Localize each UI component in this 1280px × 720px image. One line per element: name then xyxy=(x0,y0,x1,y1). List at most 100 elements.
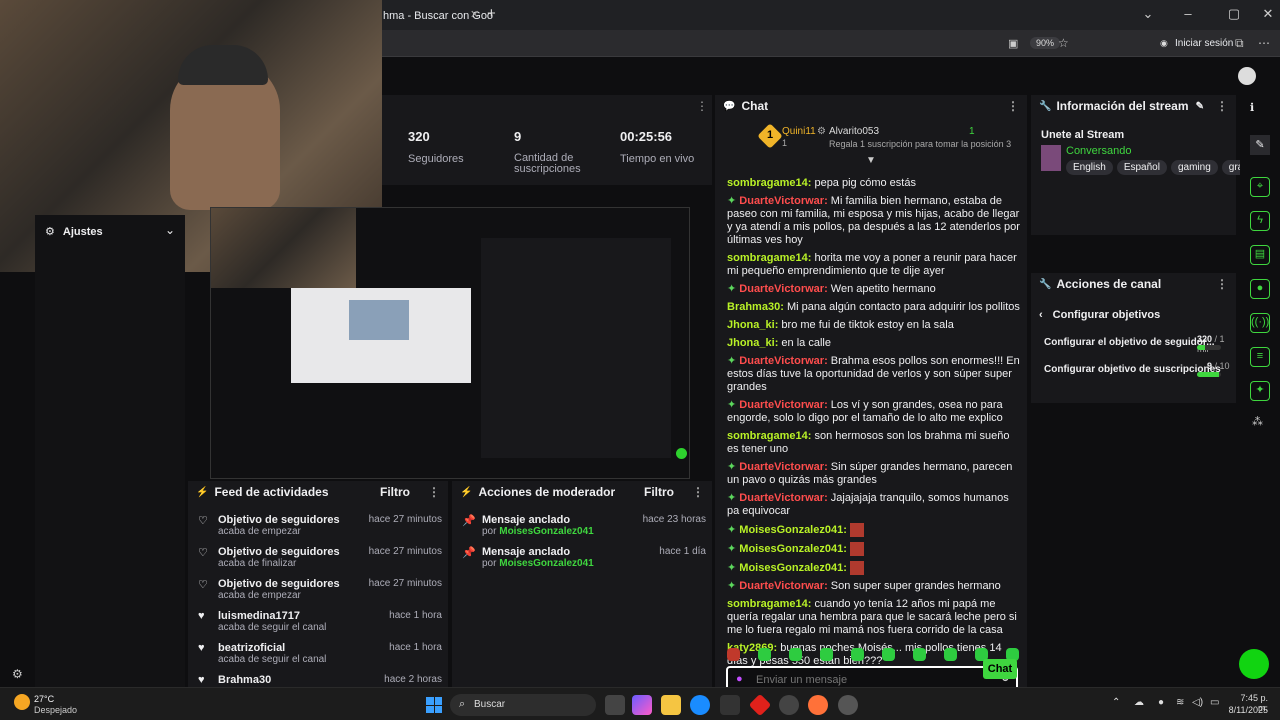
emote-icon[interactable] xyxy=(758,648,771,661)
mod-item[interactable]: 📌 Mensaje anclado por MoisesGonzalez041 hac… xyxy=(462,546,706,578)
goal1-label[interactable]: Configurar el objetivo de seguidor... xyxy=(1044,337,1215,348)
chat-message[interactable]: ✦ DuarteVictorwar: Jajajajaja tranquilo,… xyxy=(727,492,1023,518)
settings-header[interactable]: ⚙ Ajustes xyxy=(45,225,103,239)
emote-icon[interactable] xyxy=(944,648,957,661)
stream-tag[interactable]: English xyxy=(1066,160,1113,175)
file-explorer-icon[interactable] xyxy=(661,695,681,715)
feed-item[interactable]: ♡ Objetivo de seguidores acaba de finaliza… xyxy=(198,546,442,578)
task-view-icon[interactable] xyxy=(605,695,625,715)
chat-message[interactable]: ✦ MoisesGonzalez041: xyxy=(727,542,1023,556)
edit-icon[interactable]: ✎ xyxy=(1196,101,1204,112)
volume-icon[interactable]: ◁) xyxy=(1192,697,1203,708)
clock-date[interactable]: 8/11/2025 xyxy=(1222,705,1268,715)
close-tab-icon[interactable]: ✕ xyxy=(470,8,479,21)
kebab-icon[interactable]: ⋮ xyxy=(692,485,704,499)
feed-item[interactable]: ♥ luismedina1717 acaba de seguir el canal h… xyxy=(198,610,442,642)
chat-username[interactable]: DuarteVictorwar xyxy=(739,283,824,295)
edit-icon[interactable]: ✎ xyxy=(1250,135,1270,155)
share-icon[interactable]: ⁂ xyxy=(1252,415,1263,428)
feed-item[interactable]: ♡ Objetivo de seguidores acaba de empezar h… xyxy=(198,578,442,610)
feed-filter-button[interactable]: Filtro xyxy=(380,485,410,499)
top1-name[interactable]: Quini11 xyxy=(782,126,816,137)
close-window-icon[interactable]: ✕ xyxy=(1258,6,1278,24)
copilot-icon[interactable] xyxy=(632,695,652,715)
chat-message[interactable]: ✦ MoisesGonzalez041: xyxy=(727,561,1023,575)
goal2-label[interactable]: Configurar objetivo de suscripciones xyxy=(1044,364,1221,375)
chat-send-button[interactable]: Chat xyxy=(983,659,1017,679)
chat-message[interactable]: Jhona_ki: bro me fui de tiktok estoy en … xyxy=(727,319,1023,332)
emote-icon[interactable] xyxy=(789,648,802,661)
chat-message[interactable]: sombragame14: horita me voy a poner a re… xyxy=(727,252,1023,278)
minimize-icon[interactable]: – xyxy=(1178,6,1198,24)
chat-message[interactable]: ✦ MoisesGonzalez041: xyxy=(727,523,1023,537)
top2-name[interactable]: Alvarito053 xyxy=(829,126,879,137)
feed-item[interactable]: ♥ beatrizoficial acaba de seguir el canal h… xyxy=(198,642,442,674)
store-icon[interactable] xyxy=(720,695,740,715)
chat-username[interactable]: MoisesGonzalez041 xyxy=(739,524,843,536)
stream-tag[interactable]: gaming xyxy=(1170,160,1218,175)
tools-icon[interactable]: ✦ xyxy=(1250,381,1270,401)
status-button[interactable] xyxy=(1239,649,1269,679)
chat-message[interactable]: ✦ DuarteVictorwar: Sin súper grandes her… xyxy=(727,461,1023,487)
kebab-icon[interactable]: ⋮ xyxy=(696,99,708,113)
feed-item[interactable]: ♡ Objetivo de seguidores acaba de empezar h… xyxy=(198,514,442,546)
battery-icon[interactable]: ▭ xyxy=(1210,697,1219,708)
chat-username[interactable]: DuarteVictorwar xyxy=(739,461,824,473)
chat-username[interactable]: Brahma30 xyxy=(727,301,780,313)
layers-icon[interactable]: ≡ xyxy=(1250,347,1270,367)
chat-message[interactable]: sombragame14: son hermosos son los brahm… xyxy=(727,430,1023,456)
chat-message[interactable]: ✦ DuarteVictorwar: Mi familia bien herma… xyxy=(727,195,1023,247)
settings-gear-icon[interactable]: ⚙ xyxy=(12,667,23,681)
mod-filter-button[interactable]: Filtro xyxy=(644,485,674,499)
back-goals-button[interactable]: ‹ Configurar objetivos xyxy=(1039,309,1160,321)
chat-username[interactable]: DuarteVictorwar xyxy=(739,399,824,411)
obs-icon[interactable] xyxy=(779,695,799,715)
start-icon[interactable] xyxy=(426,697,442,713)
chat-message[interactable]: ✦ DuarteVictorwar: Son super super grand… xyxy=(727,580,1023,593)
app-icon[interactable] xyxy=(748,693,772,717)
mod-item-user[interactable]: MoisesGonzalez041 xyxy=(499,558,593,569)
kebab-icon[interactable]: ⋮ xyxy=(1216,99,1228,113)
chat-message[interactable]: Brahma30: Mi pana algún contacto para ad… xyxy=(727,301,1023,314)
gift-text[interactable]: Regala 1 suscripción para tomar la posic… xyxy=(829,139,1011,149)
message-icon[interactable]: ● xyxy=(1250,279,1270,299)
chevron-up-icon[interactable]: ⌃ xyxy=(1112,697,1120,708)
star-icon[interactable]: ☆ xyxy=(1058,36,1069,50)
firefox-icon[interactable] xyxy=(808,695,828,715)
chat-message[interactable]: ✦ DuarteVictorwar: Los ví y son grandes,… xyxy=(727,399,1023,425)
signin-button[interactable]: Iniciar sesión xyxy=(1175,38,1233,49)
stream-tag[interactable]: Español xyxy=(1116,160,1167,175)
chat-username[interactable]: MoisesGonzalez041 xyxy=(739,562,843,574)
category-name[interactable]: Conversando xyxy=(1066,145,1131,157)
mod-item-user[interactable]: MoisesGonzalez041 xyxy=(499,526,593,537)
chevron-down-icon[interactable]: ⌄ xyxy=(1138,6,1158,24)
extensions-icon[interactable]: ⧉ xyxy=(1235,36,1244,51)
kebab-icon[interactable]: ⋮ xyxy=(1216,277,1228,291)
edge-icon[interactable] xyxy=(690,695,710,715)
chat-message[interactable]: ✦ DuarteVictorwar: Wen apetito hermano xyxy=(727,283,1023,296)
emote-icon[interactable] xyxy=(727,648,740,661)
chat-username[interactable]: sombragame14 xyxy=(727,177,808,189)
chat-username[interactable]: DuarteVictorwar xyxy=(739,492,824,504)
more-icon[interactable]: ⋯ xyxy=(1258,36,1270,50)
new-tab-icon[interactable]: + xyxy=(487,5,496,22)
maximize-icon[interactable]: ▢ xyxy=(1224,6,1244,24)
clipboard-icon[interactable]: ▤ xyxy=(1250,245,1270,265)
chat-message[interactable]: ✦ DuarteVictorwar: Brahma esos pollos so… xyxy=(727,355,1023,394)
mic-icon[interactable]: ● xyxy=(736,673,743,685)
chat-username[interactable]: Jhona_ki xyxy=(727,319,775,331)
lightning-icon[interactable]: ϟ xyxy=(1250,211,1270,231)
chevron-down-icon[interactable]: ⌄ xyxy=(165,223,175,237)
emote-icon[interactable] xyxy=(882,648,895,661)
zoom-level[interactable]: 90% xyxy=(1030,37,1061,49)
wifi-icon[interactable]: ≋ xyxy=(1176,697,1184,708)
chat-username[interactable]: DuarteVictorwar xyxy=(739,580,824,592)
chat-username[interactable]: sombragame14 xyxy=(727,598,808,610)
mod-item[interactable]: 📌 Mensaje anclado por MoisesGonzalez041 hac… xyxy=(462,514,706,546)
emote-icon[interactable] xyxy=(851,648,864,661)
chat-message[interactable]: sombragame14: cuando yo tenía 12 años mi… xyxy=(727,598,1023,637)
taskbar-search[interactable]: ⌕ Buscar xyxy=(450,694,596,716)
clip-icon[interactable]: ⌖ xyxy=(1250,177,1270,197)
kebab-icon[interactable]: ⋮ xyxy=(1007,99,1019,113)
temperature[interactable]: 27°C xyxy=(34,694,54,704)
